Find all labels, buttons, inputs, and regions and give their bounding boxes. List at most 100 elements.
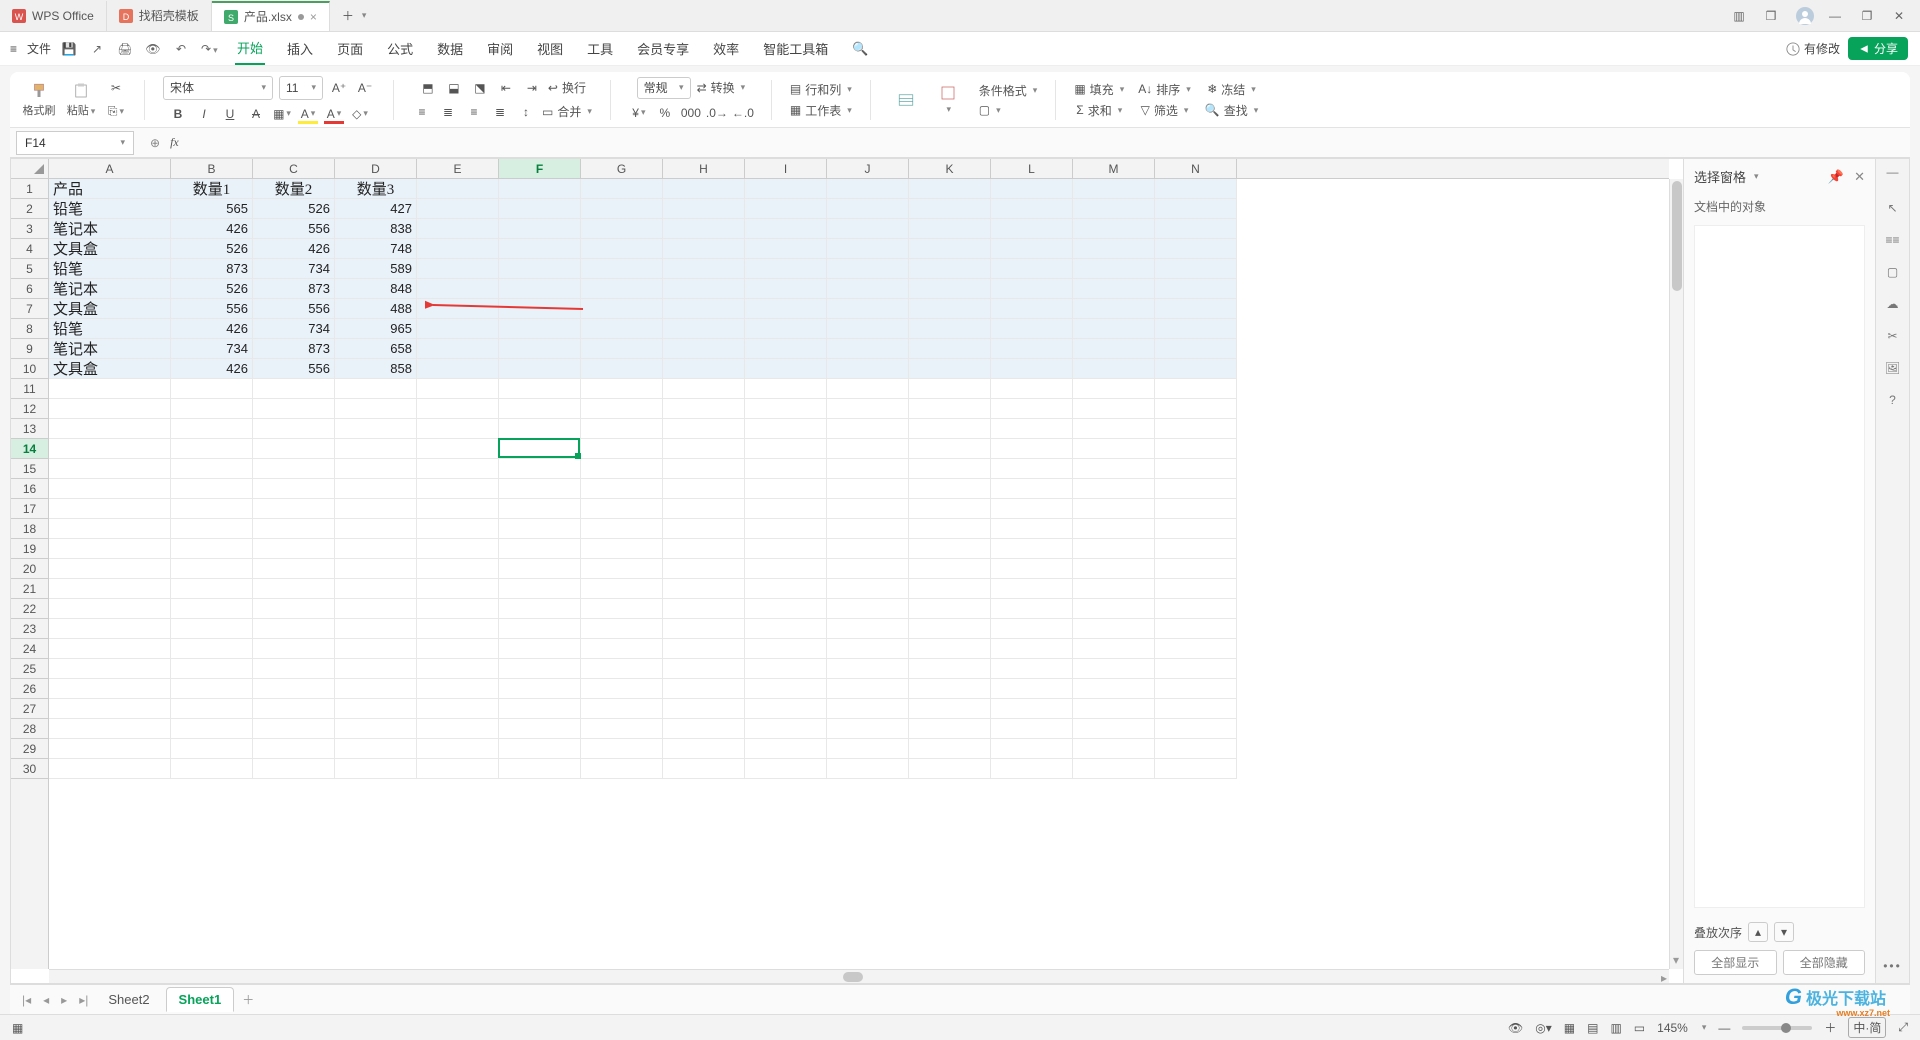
print-icon[interactable]: 🖨 [117,42,133,56]
row-header[interactable]: 17 [11,499,48,519]
cell[interactable] [663,599,745,619]
cell[interactable] [49,399,171,419]
cell[interactable]: 734 [253,319,335,339]
cell[interactable] [909,579,991,599]
cell[interactable] [1155,259,1237,279]
cell[interactable] [827,179,909,199]
cell[interactable] [581,499,663,519]
cell[interactable] [335,679,417,699]
cell[interactable] [171,619,253,639]
cell[interactable] [171,639,253,659]
cell[interactable] [1073,439,1155,459]
cell[interactable] [663,299,745,319]
number-format-combo[interactable]: 常规▾ [637,77,691,99]
cell[interactable] [335,599,417,619]
row-header[interactable]: 5 [11,259,48,279]
cell[interactable]: 526 [253,199,335,219]
cell[interactable] [745,579,827,599]
redo-icon[interactable]: ↷▾ [201,42,217,56]
tab-insert[interactable]: 插入 [285,33,315,64]
cell[interactable] [499,219,581,239]
cell[interactable] [663,759,745,779]
cell[interactable] [1155,319,1237,339]
cell[interactable] [1155,579,1237,599]
row-header[interactable]: 1 [11,179,48,199]
cell[interactable] [49,419,171,439]
worksheet-button[interactable]: ▦工作表▾ [790,102,852,119]
cell[interactable] [581,419,663,439]
cell[interactable] [1073,519,1155,539]
cell[interactable] [909,479,991,499]
col-header[interactable]: G [581,159,663,178]
cell[interactable] [745,699,827,719]
row-header[interactable]: 29 [11,739,48,759]
cell[interactable] [417,299,499,319]
cell[interactable] [171,479,253,499]
cell-style-button[interactable]: ▾ [931,84,965,115]
cell[interactable] [663,559,745,579]
cell[interactable] [827,259,909,279]
cell[interactable] [1073,599,1155,619]
add-sheet-icon[interactable]: ＋ [238,991,258,1008]
cell[interactable] [417,519,499,539]
layout-icon[interactable]: ▢ [1887,265,1898,279]
cell[interactable]: 734 [171,339,253,359]
cell[interactable] [417,279,499,299]
cell[interactable] [417,579,499,599]
cell[interactable]: 笔记本 [49,219,171,239]
cell[interactable]: 526 [171,239,253,259]
cell[interactable] [335,519,417,539]
cell[interactable] [253,699,335,719]
cell[interactable] [827,359,909,379]
cell[interactable] [253,539,335,559]
cell[interactable] [663,499,745,519]
cell[interactable] [417,539,499,559]
cell[interactable] [335,659,417,679]
cell[interactable] [49,639,171,659]
cell[interactable] [171,699,253,719]
cell[interactable] [335,759,417,779]
cell[interactable] [581,299,663,319]
wrap-text-button[interactable]: ↩换行 [548,79,586,96]
row-header[interactable]: 22 [11,599,48,619]
row-header[interactable]: 8 [11,319,48,339]
cell[interactable] [581,739,663,759]
cell[interactable] [991,459,1073,479]
cell[interactable] [745,599,827,619]
cell[interactable] [827,739,909,759]
cell[interactable] [909,179,991,199]
col-header[interactable]: H [663,159,745,178]
border-icon[interactable]: ▦▾ [272,104,292,124]
cell[interactable] [909,299,991,319]
rowcol-button[interactable]: ▤行和列▾ [790,81,852,98]
name-box[interactable]: F14▾ [16,131,134,155]
app-tab-template[interactable]: D 找稻壳模板 [107,1,212,31]
cell[interactable] [909,259,991,279]
more-icon[interactable]: ••• [1883,959,1902,973]
cell[interactable] [335,479,417,499]
cell[interactable] [49,679,171,699]
cell[interactable] [499,399,581,419]
zoom-level[interactable]: 145% [1657,1021,1688,1035]
cell[interactable] [171,559,253,579]
close-icon[interactable]: ✕ [1854,169,1865,185]
cell[interactable] [581,519,663,539]
cell[interactable] [171,719,253,739]
cell[interactable] [1155,339,1237,359]
row-header[interactable]: 3 [11,219,48,239]
cell[interactable] [991,519,1073,539]
cell[interactable] [417,419,499,439]
cell[interactable]: 数量2 [253,179,335,199]
cell[interactable] [991,299,1073,319]
cell[interactable] [663,519,745,539]
cell[interactable] [1073,499,1155,519]
cell[interactable] [827,719,909,739]
cell[interactable] [1073,359,1155,379]
cell[interactable] [417,239,499,259]
cell[interactable] [49,559,171,579]
cell[interactable] [499,179,581,199]
convert-button[interactable]: ⇄转换▾ [697,79,746,96]
cell[interactable] [827,619,909,639]
tab-home[interactable]: 开始 [235,32,265,65]
pin-icon[interactable]: 📌 [1828,169,1844,185]
